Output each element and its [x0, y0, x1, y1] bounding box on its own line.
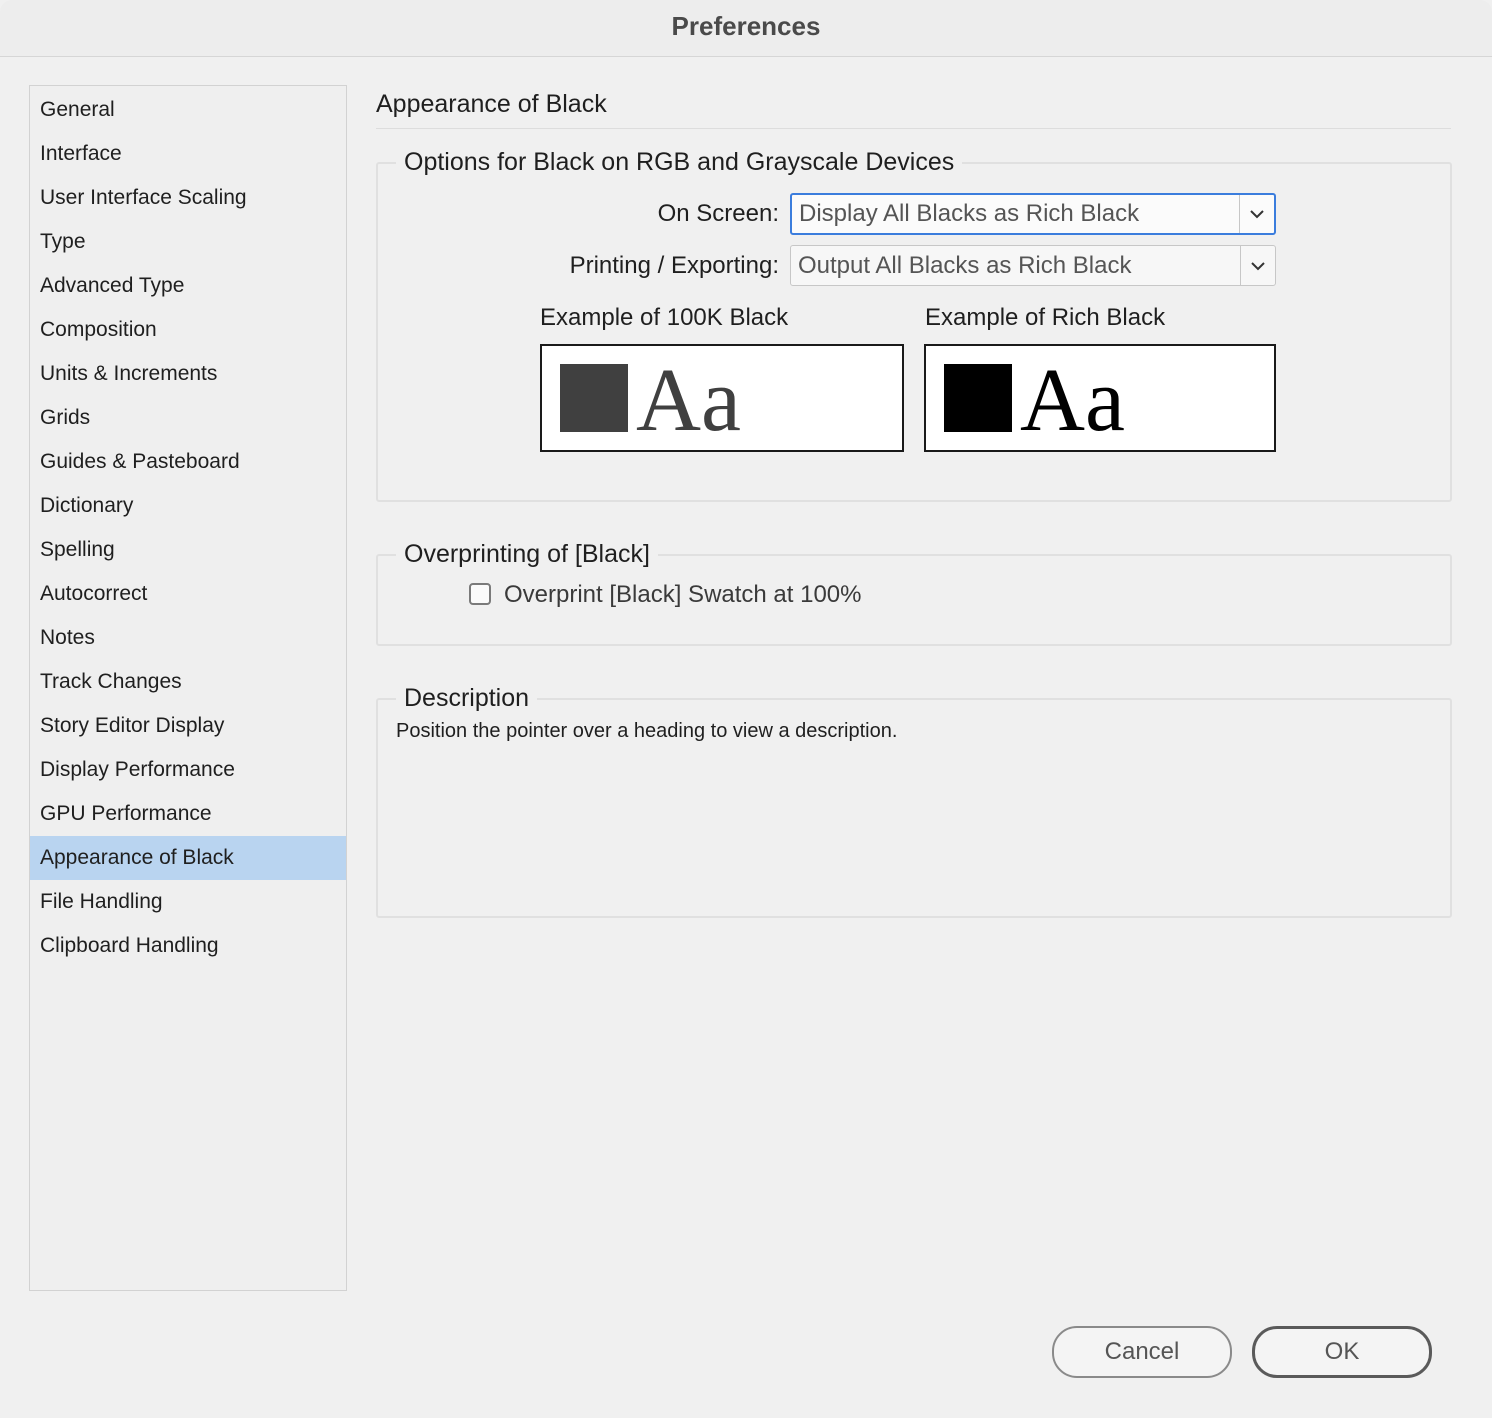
heading-divider [376, 128, 1451, 129]
sidebar-item-advanced-type[interactable]: Advanced Type [30, 264, 346, 308]
sidebar-item-display-performance[interactable]: Display Performance [30, 748, 346, 792]
printing-exporting-label: Printing / Exporting: [569, 252, 779, 279]
sidebar-item-interface[interactable]: Interface [30, 132, 346, 176]
sidebar-item-clipboard-handling[interactable]: Clipboard Handling [30, 924, 346, 968]
sidebar-item-notes[interactable]: Notes [30, 616, 346, 660]
panel-heading: Appearance of Black [376, 90, 607, 118]
window-title: Preferences [671, 10, 821, 41]
example-100k-box: Aa [540, 344, 904, 452]
overprint-group-legend: Overprinting of [Black] [396, 539, 658, 569]
printing-exporting-value: Output All Blacks as Rich Black [798, 251, 1132, 279]
swatch-100k [560, 364, 628, 432]
sidebar-item-file-handling[interactable]: File Handling [30, 880, 346, 924]
ok-button[interactable]: OK [1252, 1326, 1432, 1378]
sidebar: General Interface User Interface Scaling… [29, 85, 347, 1291]
sidebar-item-general[interactable]: General [30, 88, 346, 132]
options-group-legend: Options for Black on RGB and Grayscale D… [396, 147, 963, 177]
sample-text-rich: Aa [1020, 351, 1125, 450]
preferences-window: Preferences General Interface User Inter… [0, 0, 1492, 1418]
chevron-down-icon [1239, 195, 1274, 233]
example-rich-label: Example of Rich Black [925, 304, 1166, 331]
cancel-button[interactable]: Cancel [1052, 1326, 1232, 1378]
printing-exporting-select[interactable]: Output All Blacks as Rich Black [790, 245, 1276, 286]
on-screen-select[interactable]: Display All Blacks as Rich Black [790, 193, 1276, 235]
sidebar-item-gpu-performance[interactable]: GPU Performance [30, 792, 346, 836]
sidebar-item-type[interactable]: Type [30, 220, 346, 264]
sidebar-item-composition[interactable]: Composition [30, 308, 346, 352]
sidebar-item-dictionary[interactable]: Dictionary [30, 484, 346, 528]
overprint-checkbox[interactable] [469, 583, 491, 605]
sidebar-item-units-increments[interactable]: Units & Increments [30, 352, 346, 396]
chevron-down-icon [1240, 246, 1275, 285]
sidebar-item-spelling[interactable]: Spelling [30, 528, 346, 572]
sidebar-item-autocorrect[interactable]: Autocorrect [30, 572, 346, 616]
swatch-rich [944, 364, 1012, 432]
title-bar: Preferences [0, 0, 1492, 57]
on-screen-label: On Screen: [657, 200, 779, 227]
sidebar-item-guides-pasteboard[interactable]: Guides & Pasteboard [30, 440, 346, 484]
on-screen-value: Display All Blacks as Rich Black [799, 200, 1140, 227]
example-rich-box: Aa [924, 344, 1276, 452]
sidebar-item-appearance-of-black[interactable]: Appearance of Black [30, 836, 346, 880]
sidebar-item-user-interface-scaling[interactable]: User Interface Scaling [30, 176, 346, 220]
example-100k-label: Example of 100K Black [540, 304, 789, 331]
sidebar-item-story-editor-display[interactable]: Story Editor Display [30, 704, 346, 748]
description-text: Position the pointer over a heading to v… [396, 720, 898, 742]
sidebar-item-grids[interactable]: Grids [30, 396, 346, 440]
sidebar-item-track-changes[interactable]: Track Changes [30, 660, 346, 704]
sample-text-100k: Aa [636, 351, 741, 450]
overprint-checkbox-label[interactable]: Overprint [Black] Swatch at 100% [504, 580, 862, 610]
description-group-legend: Description [396, 683, 538, 713]
